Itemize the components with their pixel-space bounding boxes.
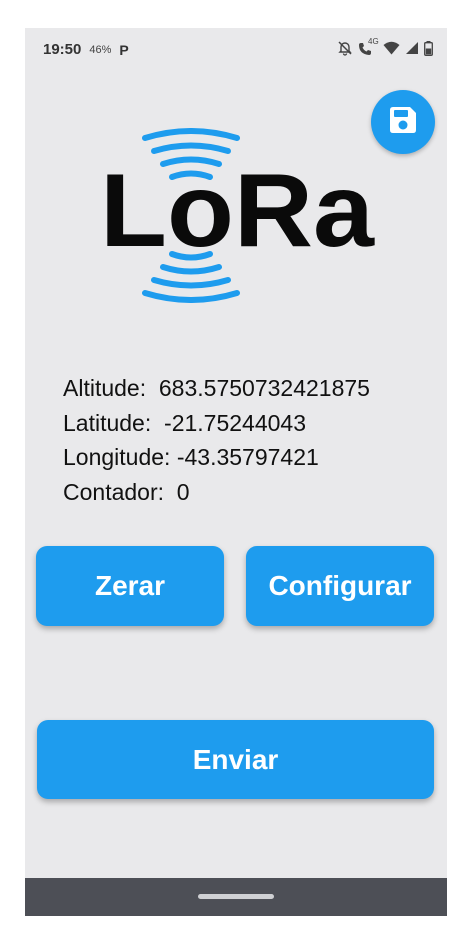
status-time: 19:50 xyxy=(43,41,82,58)
status-bar: 19:50 46% P 4G xyxy=(25,28,447,72)
longitude-value: -43.35797421 xyxy=(176,444,319,470)
contador-label: Contador: xyxy=(63,478,165,505)
altitude-row: Altitude: 683.5750732421875 xyxy=(63,371,370,406)
home-gesture-handle[interactable] xyxy=(198,894,274,899)
save-button[interactable] xyxy=(371,90,435,154)
signal-icon xyxy=(405,41,419,55)
battery-icon xyxy=(424,40,433,56)
contador-row: Contador: 0 xyxy=(63,475,370,510)
altitude-label: Altitude: xyxy=(63,375,147,401)
contador-value: 0 xyxy=(176,478,190,505)
longitude-row: Longitude: -43.35797421 xyxy=(63,440,370,475)
wifi-icon xyxy=(383,41,400,55)
logo-text: LoRa xyxy=(100,153,375,269)
gps-info: Altitude: 683.5750732421875 Latitude: -2… xyxy=(63,371,370,509)
network-badge: 4G xyxy=(368,37,379,46)
latitude-value: -21.75244043 xyxy=(164,409,306,436)
phone-screen: 19:50 46% P 4G LoRa Altitude: 683.575073… xyxy=(25,28,447,916)
enviar-button[interactable]: Enviar xyxy=(37,720,434,799)
altitude-value: 683.5750732421875 xyxy=(158,375,370,401)
bell-off-icon xyxy=(337,40,353,56)
status-battery-percent: 46% xyxy=(89,43,112,56)
call-4g-icon: 4G xyxy=(358,37,379,56)
latitude-label: Latitude: xyxy=(63,409,152,436)
zerar-button[interactable]: Zerar xyxy=(36,546,224,626)
longitude-label: Longitude: xyxy=(63,444,171,470)
lora-logo: LoRa xyxy=(97,128,377,303)
status-right: 4G xyxy=(337,37,433,56)
configurar-button[interactable]: Configurar xyxy=(246,546,434,626)
app-notification-icon: P xyxy=(119,41,129,58)
navigation-bar xyxy=(25,878,447,916)
floppy-disk-icon xyxy=(387,104,419,141)
status-left: 19:50 46% P xyxy=(43,41,129,58)
latitude-row: Latitude: -21.75244043 xyxy=(63,406,370,441)
